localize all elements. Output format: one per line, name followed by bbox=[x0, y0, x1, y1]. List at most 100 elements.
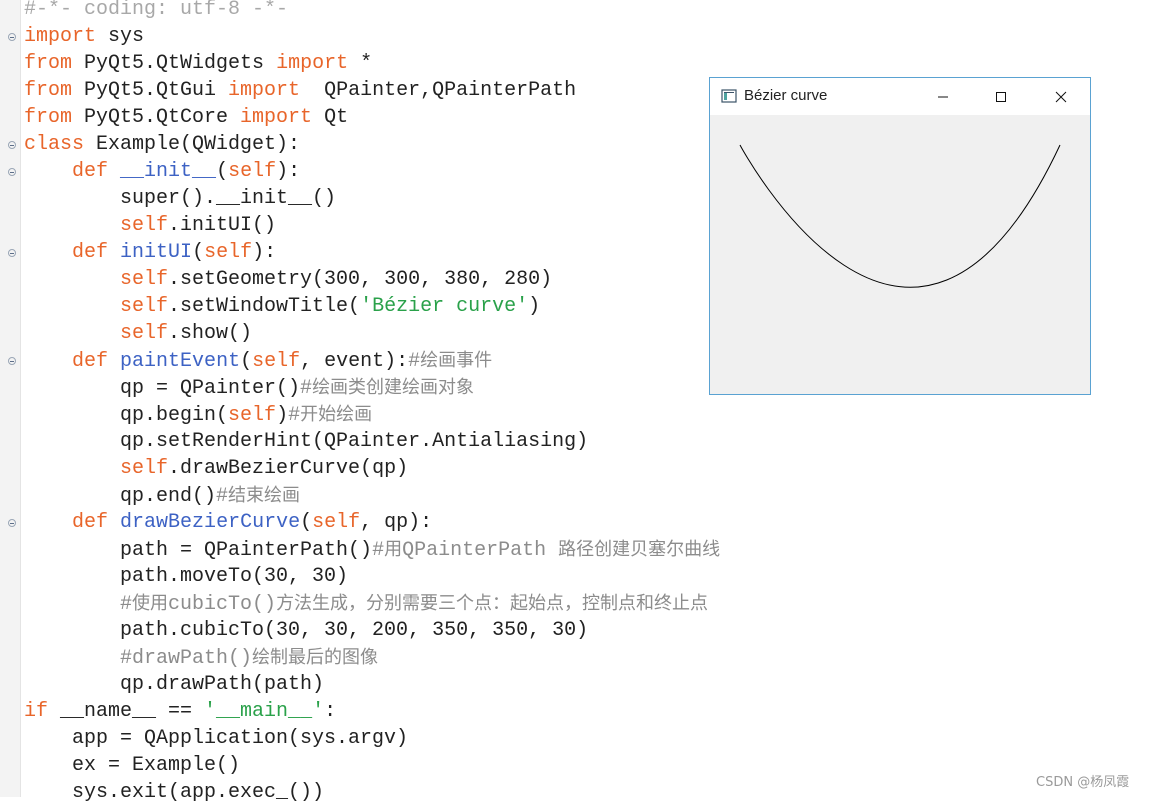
code-token: # bbox=[216, 485, 229, 508]
fold-toggle-icon[interactable] bbox=[8, 33, 16, 41]
code-token: import bbox=[240, 106, 313, 129]
window-titlebar[interactable]: Bézier curve bbox=[710, 78, 1090, 115]
code-token: ) bbox=[528, 295, 541, 318]
code-token: 绘制最后的图像 bbox=[252, 647, 379, 668]
code-token: ( bbox=[192, 241, 205, 264]
code-token: paintEvent bbox=[120, 350, 241, 373]
code-token: .drawBezierCurve(qp) bbox=[168, 457, 409, 480]
code-line: if __name__ == '__main__': bbox=[24, 698, 720, 725]
app-window-icon bbox=[721, 89, 737, 103]
code-token: #drawPath() bbox=[120, 647, 253, 670]
code-token: 方法生成，分别需要三个点：起始点，控制点和终止点 bbox=[276, 593, 709, 614]
code-token: ): bbox=[252, 241, 277, 264]
maximize-icon bbox=[996, 91, 1006, 102]
code-line: qp.setRenderHint(QPainter.Antialiasing) bbox=[24, 428, 720, 455]
code-line: qp.end()#结束绘画 bbox=[24, 482, 720, 509]
code-line: from PyQt5.QtGui import QPainter,QPainte… bbox=[24, 77, 720, 104]
minimize-button[interactable] bbox=[914, 78, 972, 115]
maximize-button[interactable] bbox=[972, 78, 1030, 115]
code-token: qp.drawPath(path) bbox=[24, 673, 325, 696]
minimize-icon bbox=[938, 96, 948, 97]
code-line: sys.exit(app.exec_()) bbox=[24, 779, 720, 806]
code-token: __name__ == bbox=[48, 700, 205, 723]
code-token: PyQt5.QtGui bbox=[72, 79, 229, 102]
fold-toggle-icon[interactable] bbox=[8, 168, 16, 176]
code-line: import sys bbox=[24, 23, 720, 50]
editor-gutter bbox=[0, 0, 21, 797]
code-editor[interactable]: #-*- coding: utf-8 -*- import sys from PyQ… bbox=[24, 0, 720, 806]
code-token: 开始绘画 bbox=[300, 404, 373, 425]
code-token: ( bbox=[240, 350, 253, 373]
code-token: .initUI() bbox=[168, 214, 277, 237]
code-token: 路径创建贝塞尔曲线 bbox=[558, 539, 721, 560]
code-token: 绘画类创建绘画对象 bbox=[312, 377, 475, 398]
code-token: __init__ bbox=[120, 160, 217, 183]
fold-toggle-icon[interactable] bbox=[8, 357, 16, 365]
code-token: sys.exit(app.exec_()) bbox=[24, 781, 325, 804]
code-token: '__main__' bbox=[204, 700, 325, 723]
code-line: qp.drawPath(path) bbox=[24, 671, 720, 698]
code-token: 绘画事件 bbox=[420, 350, 493, 371]
code-token: self bbox=[204, 241, 253, 264]
window-title: Bézier curve bbox=[744, 87, 828, 104]
code-token: def bbox=[72, 160, 109, 183]
code-token: ): bbox=[276, 160, 301, 183]
code-line: self.drawBezierCurve(qp) bbox=[24, 455, 720, 482]
code-line: qp.begin(self)#开始绘画 bbox=[24, 401, 720, 428]
code-token: def bbox=[72, 511, 109, 534]
code-line: #使用cubicTo()方法生成，分别需要三个点：起始点，控制点和终止点 bbox=[24, 590, 720, 617]
fold-toggle-icon[interactable] bbox=[8, 249, 16, 257]
code-token: 使用 bbox=[132, 593, 169, 614]
code-token: : bbox=[324, 700, 337, 723]
code-token: self bbox=[120, 268, 169, 291]
close-icon bbox=[1055, 91, 1067, 102]
code-token: qp.begin( bbox=[24, 404, 229, 427]
code-token: #-*- coding: utf-8 -*- bbox=[24, 0, 289, 21]
code-token: self bbox=[120, 295, 169, 318]
code-line: #drawPath()绘制最后的图像 bbox=[24, 644, 720, 671]
code-token: # bbox=[372, 539, 385, 562]
code-token: # bbox=[300, 377, 313, 400]
code-token: ( bbox=[300, 511, 313, 534]
code-token: path.cubicTo(30, 30, 200, 350, 350, 30) bbox=[24, 619, 589, 642]
code-token: qp.setRenderHint(QPainter.Antialiasing) bbox=[24, 430, 589, 453]
code-token: class bbox=[24, 133, 85, 156]
code-line: from PyQt5.QtCore import Qt bbox=[24, 104, 720, 131]
code-token: drawBezierCurve bbox=[120, 511, 301, 534]
code-token: , qp): bbox=[360, 511, 433, 534]
drawing-canvas bbox=[710, 115, 1090, 394]
code-token: self bbox=[120, 457, 169, 480]
code-token: ( bbox=[216, 160, 229, 183]
code-token: QPainter,QPainterPath bbox=[300, 79, 577, 102]
code-token: qp = QPainter() bbox=[24, 377, 301, 400]
close-button[interactable] bbox=[1032, 78, 1090, 115]
csdn-watermark: CSDN @杨凤霞 bbox=[1036, 775, 1130, 790]
code-token: # bbox=[120, 593, 133, 616]
code-token: cubicTo() bbox=[168, 593, 277, 616]
code-line: def paintEvent(self, event):#绘画事件 bbox=[24, 347, 720, 374]
code-token: def bbox=[72, 241, 109, 264]
code-token: path = QPainterPath() bbox=[24, 539, 373, 562]
code-line: app = QApplication(sys.argv) bbox=[24, 725, 720, 752]
code-token: super().__init__() bbox=[24, 187, 337, 210]
code-line: path = QPainterPath()#用QPainterPath 路径创建… bbox=[24, 536, 720, 563]
fold-toggle-icon[interactable] bbox=[8, 519, 16, 527]
code-token: from bbox=[24, 79, 73, 102]
code-token: .show() bbox=[168, 322, 253, 345]
fold-toggle-icon[interactable] bbox=[8, 141, 16, 149]
code-token: qp.end() bbox=[24, 485, 217, 508]
code-token: self bbox=[120, 214, 169, 237]
code-token: import bbox=[228, 79, 301, 102]
code-token: self bbox=[228, 160, 277, 183]
bezier-window[interactable]: Bézier curve bbox=[709, 77, 1091, 395]
code-line: path.moveTo(30, 30) bbox=[24, 563, 720, 590]
